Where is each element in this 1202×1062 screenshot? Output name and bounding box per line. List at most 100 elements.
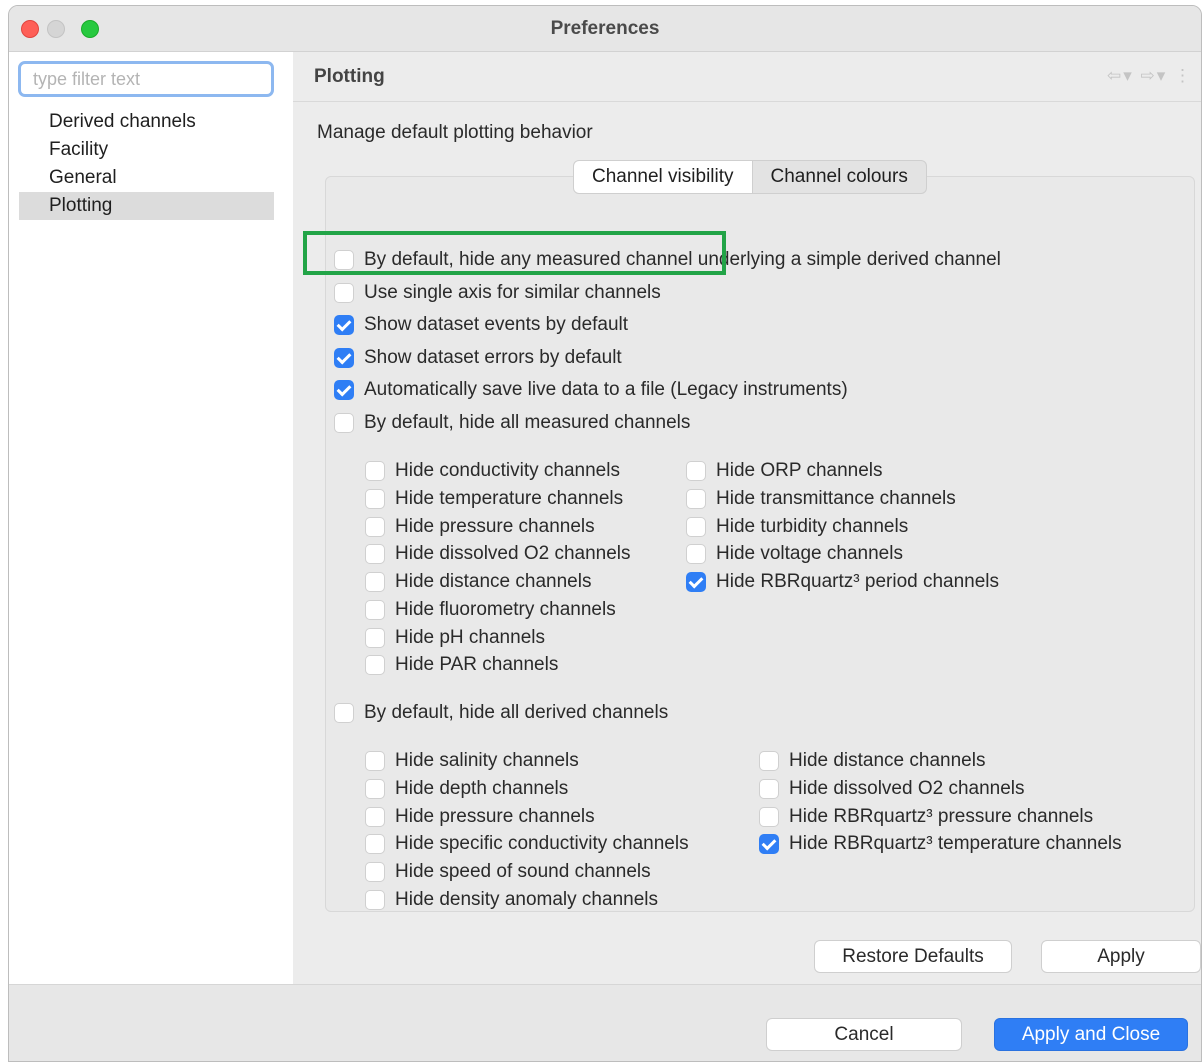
derived-depth[interactable]: Hide depth channels bbox=[365, 776, 568, 802]
option-label: Hide distance channels bbox=[789, 750, 986, 771]
option-label: Hide RBRquartz³ pressure channels bbox=[789, 806, 1094, 827]
derived-rbrquartz-temperature[interactable]: Hide RBRquartz³ temperature channels bbox=[759, 831, 1122, 857]
option-label: Hide transmittance channels bbox=[716, 488, 956, 509]
sidebar-item-derived-channels[interactable]: Derived channels bbox=[19, 108, 274, 136]
page-title: Plotting bbox=[314, 66, 385, 87]
dialog-footer: Cancel Apply and Close bbox=[9, 984, 1201, 1061]
checkbox[interactable] bbox=[334, 283, 354, 303]
derived-dissolved-o2[interactable]: Hide dissolved O2 channels bbox=[759, 776, 1025, 802]
option-label: Hide conductivity channels bbox=[395, 460, 620, 481]
measured-distance[interactable]: Hide distance channels bbox=[365, 569, 591, 595]
option-label: Hide ORP channels bbox=[716, 460, 883, 481]
cancel-button[interactable]: Cancel bbox=[766, 1018, 962, 1051]
checkbox[interactable] bbox=[365, 751, 385, 771]
back-arrow-icon[interactable]: ⇦▾ bbox=[1107, 66, 1134, 85]
checkbox[interactable] bbox=[334, 413, 354, 433]
checkbox[interactable] bbox=[365, 862, 385, 882]
option-hide-all-measured[interactable]: By default, hide all measured channels bbox=[334, 410, 690, 436]
checkbox[interactable] bbox=[686, 517, 706, 537]
checkbox[interactable] bbox=[365, 890, 385, 910]
derived-specific-conductivity[interactable]: Hide specific conductivity channels bbox=[365, 831, 689, 857]
checkbox[interactable] bbox=[365, 544, 385, 564]
forward-arrow-icon[interactable]: ⇨▾ bbox=[1140, 66, 1167, 85]
derived-speed-of-sound[interactable]: Hide speed of sound channels bbox=[365, 859, 651, 885]
checkbox[interactable] bbox=[365, 517, 385, 537]
restore-defaults-button[interactable]: Restore Defaults bbox=[814, 940, 1012, 973]
measured-par[interactable]: Hide PAR channels bbox=[365, 652, 558, 678]
option-label: Hide dissolved O2 channels bbox=[789, 778, 1025, 799]
checkbox[interactable] bbox=[334, 348, 354, 368]
checkbox[interactable] bbox=[686, 489, 706, 509]
checkbox[interactable] bbox=[759, 807, 779, 827]
checkbox[interactable] bbox=[334, 380, 354, 400]
option-label: Hide pressure channels bbox=[395, 516, 595, 537]
tab-channel-colours[interactable]: Channel colours bbox=[752, 160, 927, 194]
option-label: Hide depth channels bbox=[395, 778, 569, 799]
sidebar-item-facility[interactable]: Facility bbox=[19, 136, 274, 164]
checkbox[interactable] bbox=[759, 834, 779, 854]
checkbox[interactable] bbox=[365, 628, 385, 648]
filter-input[interactable] bbox=[18, 61, 274, 97]
option-single-axis[interactable]: Use single axis for similar channels bbox=[334, 280, 661, 306]
checkbox[interactable] bbox=[365, 834, 385, 854]
checkbox[interactable] bbox=[334, 703, 354, 723]
checkbox[interactable] bbox=[365, 572, 385, 592]
tab-bar: Channel visibility Channel colours bbox=[573, 160, 927, 194]
option-label: Hide speed of sound channels bbox=[395, 861, 651, 882]
preference-tree: Derived channels Facility General Plotti… bbox=[19, 108, 274, 220]
option-label: By default, hide all measured channels bbox=[364, 412, 691, 433]
checkbox[interactable] bbox=[365, 461, 385, 481]
apply-button[interactable]: Apply bbox=[1041, 940, 1201, 973]
option-label: Hide distance channels bbox=[395, 571, 592, 592]
checkbox[interactable] bbox=[686, 572, 706, 592]
derived-density-anomaly[interactable]: Hide density anomaly channels bbox=[365, 887, 658, 913]
option-label: By default, hide any measured channel un… bbox=[364, 249, 1001, 270]
checkbox[interactable] bbox=[365, 807, 385, 827]
option-autosave-live-data[interactable]: Automatically save live data to a file (… bbox=[334, 377, 848, 403]
checkbox[interactable] bbox=[686, 461, 706, 481]
apply-and-close-button[interactable]: Apply and Close bbox=[994, 1018, 1188, 1051]
option-hide-all-derived[interactable]: By default, hide all derived channels bbox=[334, 700, 668, 726]
checkbox[interactable] bbox=[686, 544, 706, 564]
checkbox[interactable] bbox=[334, 250, 354, 270]
measured-rbrquartz-period[interactable]: Hide RBRquartz³ period channels bbox=[686, 569, 999, 595]
measured-conductivity[interactable]: Hide conductivity channels bbox=[365, 458, 620, 484]
option-show-errors[interactable]: Show dataset errors by default bbox=[334, 345, 622, 371]
derived-pressure[interactable]: Hide pressure channels bbox=[365, 804, 595, 830]
measured-voltage[interactable]: Hide voltage channels bbox=[686, 541, 903, 567]
derived-distance[interactable]: Hide distance channels bbox=[759, 748, 985, 774]
nav-controls: ⇦▾ ⇨▾ ⋮ bbox=[1107, 66, 1193, 86]
measured-temperature[interactable]: Hide temperature channels bbox=[365, 486, 623, 512]
sidebar-item-general[interactable]: General bbox=[19, 164, 274, 192]
option-label: Hide turbidity channels bbox=[716, 516, 909, 537]
checkbox[interactable] bbox=[365, 489, 385, 509]
sidebar-item-plotting[interactable]: Plotting bbox=[19, 192, 274, 220]
option-label: Hide temperature channels bbox=[395, 488, 624, 509]
measured-fluorometry[interactable]: Hide fluorometry channels bbox=[365, 597, 616, 623]
derived-salinity[interactable]: Hide salinity channels bbox=[365, 748, 579, 774]
option-label: Hide PAR channels bbox=[395, 654, 559, 675]
checkbox[interactable] bbox=[759, 779, 779, 799]
more-menu-icon[interactable]: ⋮ bbox=[1174, 66, 1193, 85]
measured-transmittance[interactable]: Hide transmittance channels bbox=[686, 486, 956, 512]
measured-ph[interactable]: Hide pH channels bbox=[365, 625, 545, 651]
option-show-events[interactable]: Show dataset events by default bbox=[334, 312, 628, 338]
option-label: Automatically save live data to a file (… bbox=[364, 379, 848, 400]
checkbox[interactable] bbox=[759, 751, 779, 771]
checkbox[interactable] bbox=[365, 779, 385, 799]
option-label: Show dataset errors by default bbox=[364, 347, 622, 368]
option-label: Use single axis for similar channels bbox=[364, 282, 661, 303]
measured-dissolved-o2[interactable]: Hide dissolved O2 channels bbox=[365, 541, 631, 567]
measured-pressure[interactable]: Hide pressure channels bbox=[365, 514, 595, 540]
option-label: Hide specific conductivity channels bbox=[395, 833, 689, 854]
option-label: Hide pressure channels bbox=[395, 806, 595, 827]
option-hide-measured-underlying[interactable]: By default, hide any measured channel un… bbox=[334, 247, 1001, 273]
checkbox[interactable] bbox=[365, 600, 385, 620]
checkbox[interactable] bbox=[334, 315, 354, 335]
derived-rbrquartz-pressure[interactable]: Hide RBRquartz³ pressure channels bbox=[759, 804, 1093, 830]
checkbox[interactable] bbox=[365, 655, 385, 675]
measured-orp[interactable]: Hide ORP channels bbox=[686, 458, 883, 484]
measured-turbidity[interactable]: Hide turbidity channels bbox=[686, 514, 908, 540]
channel-visibility-panel: By default, hide any measured channel un… bbox=[325, 176, 1195, 912]
tab-channel-visibility[interactable]: Channel visibility bbox=[573, 160, 753, 194]
